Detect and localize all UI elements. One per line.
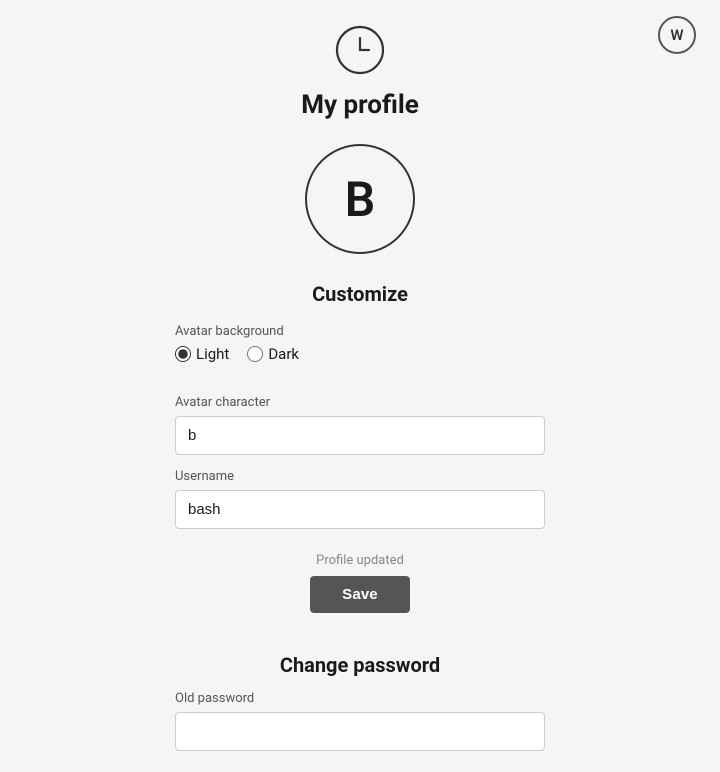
change-password-form: Old password xyxy=(175,691,545,765)
change-password-title: Change password xyxy=(280,653,440,677)
old-password-group: Old password xyxy=(175,691,545,751)
username-label: Username xyxy=(175,469,545,484)
old-password-label: Old password xyxy=(175,691,545,706)
old-password-input[interactable] xyxy=(175,712,545,751)
radio-dark[interactable] xyxy=(247,346,263,362)
radio-light-label: Light xyxy=(196,345,229,363)
radio-option-light[interactable]: Light xyxy=(175,345,229,363)
profile-avatar: B xyxy=(305,144,415,254)
radio-option-dark[interactable]: Dark xyxy=(247,345,299,363)
clock-icon xyxy=(334,24,386,76)
clock-icon-wrapper xyxy=(334,24,386,76)
top-right-avatar[interactable]: W xyxy=(658,16,696,54)
avatar-character-input[interactable] xyxy=(175,416,545,455)
radio-dark-label: Dark xyxy=(268,345,299,363)
customize-title: Customize xyxy=(312,282,408,306)
profile-avatar-character: B xyxy=(345,171,375,228)
avatar-background-group: Avatar background Light Dark xyxy=(175,324,545,381)
save-button[interactable]: Save xyxy=(310,576,410,613)
profile-updated-text: Profile updated xyxy=(175,553,545,568)
customize-form: Avatar background Light Dark Avatar char… xyxy=(175,324,545,613)
username-group: Username xyxy=(175,469,545,529)
avatar-background-label: Avatar background xyxy=(175,324,545,339)
username-input[interactable] xyxy=(175,490,545,529)
avatar-character-label: Avatar character xyxy=(175,395,545,410)
avatar-background-radio-group: Light Dark xyxy=(175,345,545,363)
radio-light[interactable] xyxy=(175,346,191,362)
page-title: My profile xyxy=(301,90,419,120)
avatar-character-group: Avatar character xyxy=(175,395,545,455)
top-right-avatar-label: W xyxy=(670,26,683,44)
